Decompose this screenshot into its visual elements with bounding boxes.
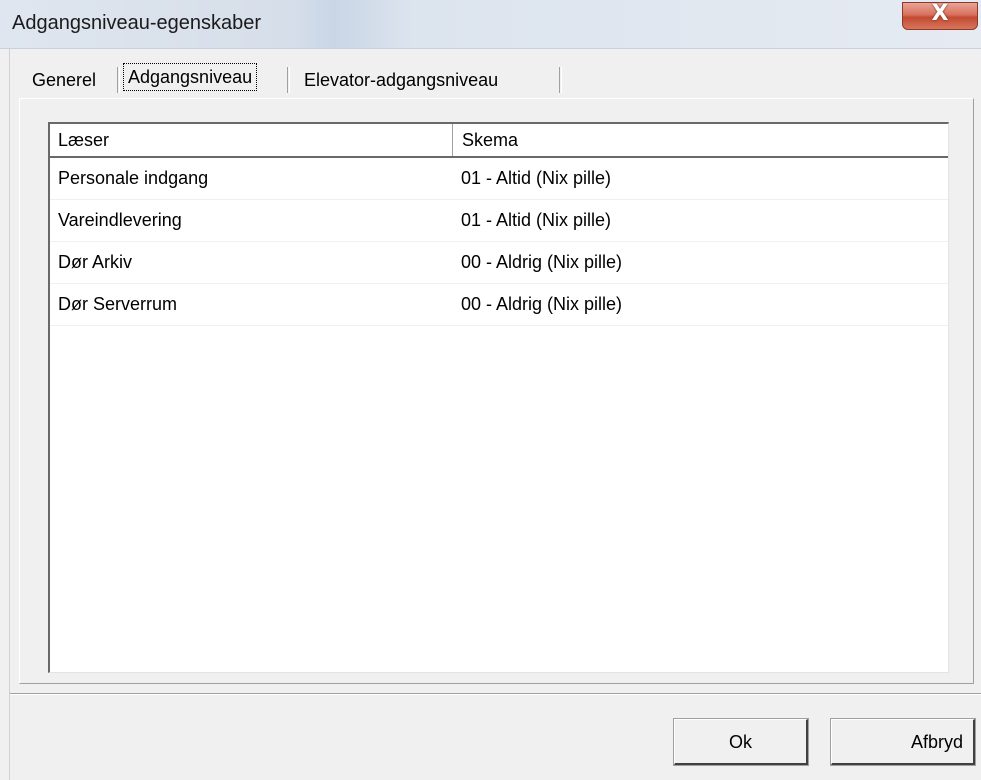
schedule-cell: 00 - Aldrig (Nix pille) <box>461 294 623 314</box>
tab-elevator-adgangsniveau[interactable]: Elevator-adgangsniveau <box>292 63 562 97</box>
ok-button[interactable]: Ok <box>673 718 809 766</box>
reader-cell: Dør Arkiv <box>58 252 132 272</box>
tab-adgangsniveau[interactable]: Adgangsniveau <box>118 63 290 97</box>
tab-generel-label: Generel <box>32 70 97 90</box>
list-row[interactable]: Vareindlevering 01 - Altid (Nix pille) <box>50 200 948 242</box>
button-area-divider <box>10 693 981 695</box>
schedule-cell: 01 - Altid (Nix pille) <box>461 168 612 188</box>
tab-separator <box>287 67 290 93</box>
list-body: Personale indgang 01 - Altid (Nix pille)… <box>50 158 948 326</box>
tab-elevator-label: Elevator-adgangsniveau <box>304 70 499 90</box>
cancel-button[interactable]: Afbryd <box>830 718 976 766</box>
close-button[interactable]: X <box>902 1 978 30</box>
close-icon: X <box>931 1 949 26</box>
schedule-cell: 00 - Aldrig (Nix pille) <box>461 252 623 272</box>
list-row[interactable]: Dør Arkiv 00 - Aldrig (Nix pille) <box>50 242 948 284</box>
column-header-reader[interactable]: Læser <box>50 124 453 156</box>
tab-adgangsniveau-label: Adgangsniveau <box>122 63 258 91</box>
window-left-border <box>9 48 10 780</box>
schedule-cell: 01 - Altid (Nix pille) <box>461 210 612 230</box>
reader-cell: Vareindlevering <box>58 210 182 230</box>
list-row[interactable]: Personale indgang 01 - Altid (Nix pille) <box>50 158 948 200</box>
dialog-window: Adgangsniveau-egenskaber X Generel Adgan… <box>0 0 981 780</box>
reader-cell: Dør Serverrum <box>58 294 178 314</box>
reader-cell: Personale indgang <box>58 168 209 188</box>
tab-separator <box>559 67 562 93</box>
tab-generel[interactable]: Generel <box>20 63 120 97</box>
column-header-schedule[interactable]: Skema <box>453 124 948 156</box>
list-row[interactable]: Dør Serverrum 00 - Aldrig (Nix pille) <box>50 284 948 326</box>
title-bar[interactable]: Adgangsniveau-egenskaber X <box>0 0 981 49</box>
list-header: Læser Skema <box>50 124 948 158</box>
window-title: Adgangsniveau-egenskaber <box>12 12 262 34</box>
reader-schedule-list[interactable]: Læser Skema Personale indgang 01 - Altid… <box>48 122 949 673</box>
